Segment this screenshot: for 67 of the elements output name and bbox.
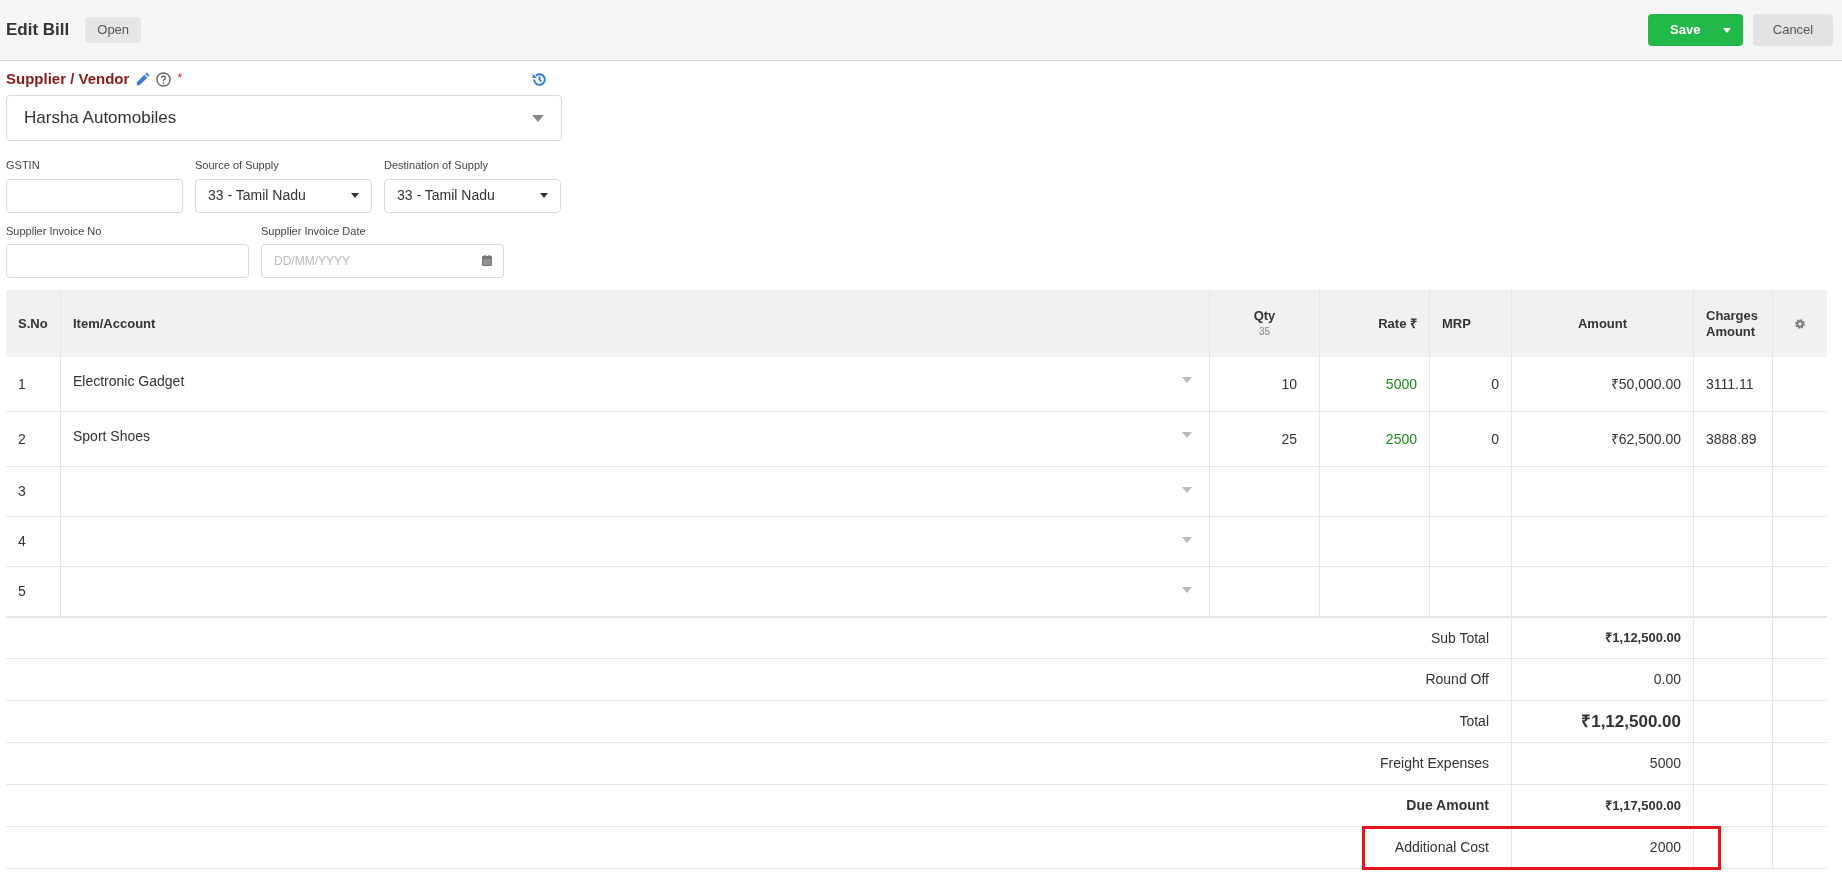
required-mark: * xyxy=(177,68,183,87)
total-value: 5000 xyxy=(1649,754,1681,773)
caret-icon xyxy=(1182,487,1192,493)
qty-cell-text: 10 xyxy=(1281,374,1297,394)
supplier-select[interactable]: Harsha Automobiles xyxy=(6,95,562,141)
text-field[interactable] xyxy=(6,244,249,278)
caret-icon xyxy=(532,114,544,122)
caret-icon xyxy=(1182,432,1192,438)
history-icon[interactable] xyxy=(531,70,548,88)
calendar-icon xyxy=(482,255,492,266)
help-icon[interactable] xyxy=(156,71,172,87)
field-label: GSTIN xyxy=(6,158,41,173)
amount-cell-text: ₹62,500.00 xyxy=(1610,429,1681,449)
column-header: Qty xyxy=(1253,308,1276,324)
amount-cell-text: ₹50,000.00 xyxy=(1610,374,1681,394)
field-label: Destination of Supply xyxy=(384,158,489,173)
column-header: Amount xyxy=(1577,315,1628,332)
caret-icon xyxy=(1182,537,1192,543)
total-value: ₹1,12,500.00 xyxy=(1605,629,1681,648)
status-badge: Open xyxy=(85,17,142,43)
charges-cell-text: 3888.89 xyxy=(1706,429,1757,449)
qty-cell-text: 25 xyxy=(1281,429,1297,449)
settings-icon[interactable] xyxy=(1794,317,1806,330)
row-number: 4 xyxy=(18,532,26,551)
page-title: Edit Bill xyxy=(6,19,70,42)
select-field[interactable]: 33 - Tamil Nadu xyxy=(384,178,561,213)
total-value: ₹1,12,500.00 xyxy=(1581,710,1681,733)
caret-icon xyxy=(540,193,548,198)
total-label: Additional Cost xyxy=(1394,838,1489,857)
total-value: ₹1,17,500.00 xyxy=(1605,796,1681,815)
date-field[interactable]: DD/MM/YYYY xyxy=(261,244,504,278)
item-name: Sport Shoes xyxy=(73,427,151,446)
row-number: 1 xyxy=(18,374,26,394)
total-label: Round Off xyxy=(1425,670,1489,689)
mrp-cell-text: 0 xyxy=(1491,429,1499,449)
item-name: Electronic Gadget xyxy=(73,372,185,391)
total-label: Sub Total xyxy=(1430,628,1489,648)
field-label: Supplier Invoice Date xyxy=(261,223,367,239)
row-number: 3 xyxy=(18,482,26,501)
row-number: 2 xyxy=(18,429,26,449)
total-label: Freight Expenses xyxy=(1380,754,1489,773)
total-label: Total xyxy=(1459,712,1489,731)
row-number: 5 xyxy=(18,582,26,601)
rate-cell-text: 5000 xyxy=(1385,374,1417,394)
field-label: Source of Supply xyxy=(195,158,280,173)
mrp-cell-text: 0 xyxy=(1491,374,1499,394)
column-header: Charges Amount xyxy=(1706,307,1760,340)
caret-icon xyxy=(1182,377,1192,383)
total-value: 0.00 xyxy=(1653,670,1681,689)
rate-cell-text: 2500 xyxy=(1385,429,1417,449)
caret-icon xyxy=(1723,27,1731,33)
column-header: MRP xyxy=(1442,315,1471,332)
total-value: 2000 xyxy=(1649,838,1681,857)
select-field[interactable]: 33 - Tamil Nadu xyxy=(195,178,372,213)
caret-icon xyxy=(351,193,359,198)
cancel-button[interactable]: Cancel xyxy=(1753,14,1833,46)
total-label: Due Amount xyxy=(1406,796,1489,815)
caret-icon xyxy=(1182,587,1192,593)
column-header: Item/Account xyxy=(73,315,156,332)
pencil-icon[interactable] xyxy=(135,71,151,87)
supplier-label: Supplier / Vendor xyxy=(6,68,130,89)
field-label: Supplier Invoice No xyxy=(6,223,103,239)
column-header: Rate ₹ xyxy=(1378,315,1417,332)
column-header: S.No xyxy=(18,315,48,332)
text-field[interactable] xyxy=(6,178,183,213)
charges-cell-text: 3111.11 xyxy=(1706,374,1754,394)
column-subheader: 35 xyxy=(1258,325,1271,339)
